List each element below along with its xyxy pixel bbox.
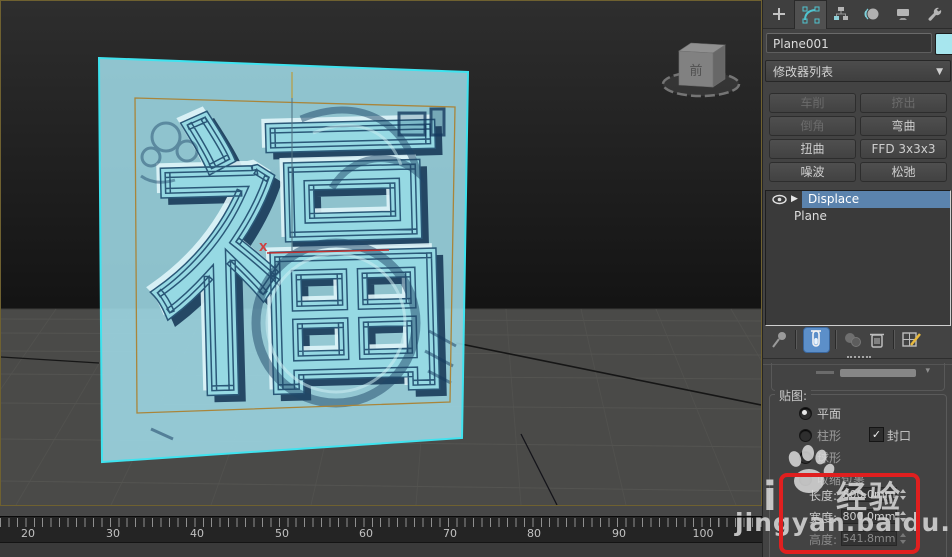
modifier-button-extrude[interactable]: 挤出 (860, 93, 947, 113)
modifier-button-lathe[interactable]: 车削 (769, 93, 856, 113)
ruler-ticks (0, 518, 762, 527)
utilities-wrench-icon (928, 7, 941, 21)
radio-cylindrical[interactable] (799, 429, 812, 442)
annotation-highlight-rectangle (779, 473, 920, 554)
stack-toolbar (763, 327, 952, 353)
ruler-label: 20 (21, 527, 35, 540)
tab-utilities[interactable] (918, 0, 949, 28)
ruler-label: 90 (612, 527, 626, 540)
test-tube-icon (811, 330, 821, 347)
cap-checkbox-label[interactable]: 封口 (887, 427, 911, 444)
toolbar-separator (835, 330, 837, 349)
chevron-down-icon: ▼ (936, 67, 943, 77)
partial-label (816, 371, 834, 374)
fu-relief-carving: 福 福 福 (138, 78, 463, 447)
tab-create[interactable] (763, 0, 794, 28)
viewcube-front-face-label[interactable]: 前 (689, 63, 702, 79)
modifier-name[interactable]: Displace (808, 191, 859, 208)
hierarchy-icon (833, 7, 848, 20)
spinner-icon[interactable]: ▾ (925, 366, 930, 376)
object-name-input[interactable]: Plane001 (766, 33, 932, 53)
stack-row-plane[interactable]: Plane (766, 208, 950, 225)
modifier-list-label: 修改器列表 (773, 65, 834, 79)
command-panel-tabs (763, 0, 952, 29)
partial-slider[interactable] (840, 369, 916, 377)
tab-hierarchy[interactable] (825, 0, 856, 28)
fu-character: 福 (142, 83, 456, 440)
modifier-button-bevel[interactable]: 倒角 (769, 116, 856, 136)
visibility-eye-icon[interactable] (772, 194, 787, 205)
tab-display[interactable] (887, 0, 918, 28)
object-color-swatch[interactable] (935, 33, 952, 55)
radio-planar[interactable] (799, 407, 812, 420)
track-bar-ruler[interactable]: 20 30 40 50 60 70 80 90 100 (0, 517, 762, 542)
ruler-label: 70 (443, 527, 457, 540)
remove-modifier-trash-icon[interactable] (869, 330, 885, 349)
toolbar-separator (893, 330, 895, 349)
ruler-label: 50 (275, 527, 289, 540)
show-end-result-button[interactable] (803, 327, 830, 353)
tab-modify[interactable] (794, 0, 827, 29)
make-unique-icon[interactable] (843, 331, 863, 349)
motion-icon (864, 8, 878, 20)
cap-checkbox[interactable]: ✓ (869, 427, 884, 442)
display-icon (896, 9, 909, 20)
viewport-canvas[interactable]: 福 福 福 X 前 (1, 1, 761, 505)
modifier-button-twist[interactable]: 扭曲 (769, 139, 856, 159)
expand-arrow-icon[interactable]: ▶ (791, 191, 798, 208)
3dsmax-window: 福 福 福 X 前 20 30 40 50 60 70 80 90 100 Pl… (0, 0, 952, 557)
seal-stamp (397, 107, 446, 137)
radio-cylindrical-label[interactable]: 柱形 (817, 427, 841, 444)
toolbar-separator (795, 330, 797, 349)
modifier-button-ffd3x3x3[interactable]: FFD 3x3x3 (860, 139, 947, 159)
modify-bezier-icon (802, 6, 819, 24)
panel-resize-handle[interactable] (847, 356, 871, 361)
radio-spherical[interactable] (799, 451, 812, 464)
modifier-stack-list[interactable]: ▶ Displace Plane (765, 190, 951, 326)
radio-planar-label[interactable]: 平面 (817, 405, 841, 422)
configure-modifier-sets-icon[interactable] (902, 331, 922, 349)
modifier-button-bend[interactable]: 弯曲 (860, 116, 947, 136)
base-object-name[interactable]: Plane (794, 208, 827, 225)
ruler-label: 30 (106, 527, 120, 540)
pin-stack-icon[interactable] (771, 330, 789, 350)
time-slider-strip[interactable] (0, 506, 762, 517)
ruler-label: 80 (527, 527, 541, 540)
create-plus-icon (772, 8, 785, 20)
map-group-title: 贴图: (775, 387, 812, 404)
tab-motion[interactable] (856, 0, 887, 28)
modifier-list-dropdown[interactable]: 修改器列表 ▼ (765, 60, 951, 82)
status-strip (0, 542, 762, 557)
ruler-label: 100 (692, 527, 714, 540)
stack-row-displace[interactable]: ▶ Displace (766, 191, 950, 208)
perspective-viewport[interactable]: 福 福 福 X 前 (0, 0, 762, 506)
radio-spherical-label[interactable]: 球形 (817, 449, 841, 466)
modifier-button-noise[interactable]: 噪波 (769, 162, 856, 182)
modifier-button-relax[interactable]: 松弛 (860, 162, 947, 182)
plane001-object[interactable]: 福 福 福 X (97, 56, 470, 464)
ruler-label: 60 (359, 527, 373, 540)
x-axis-label: X (259, 241, 268, 254)
ruler-label: 40 (190, 527, 204, 540)
